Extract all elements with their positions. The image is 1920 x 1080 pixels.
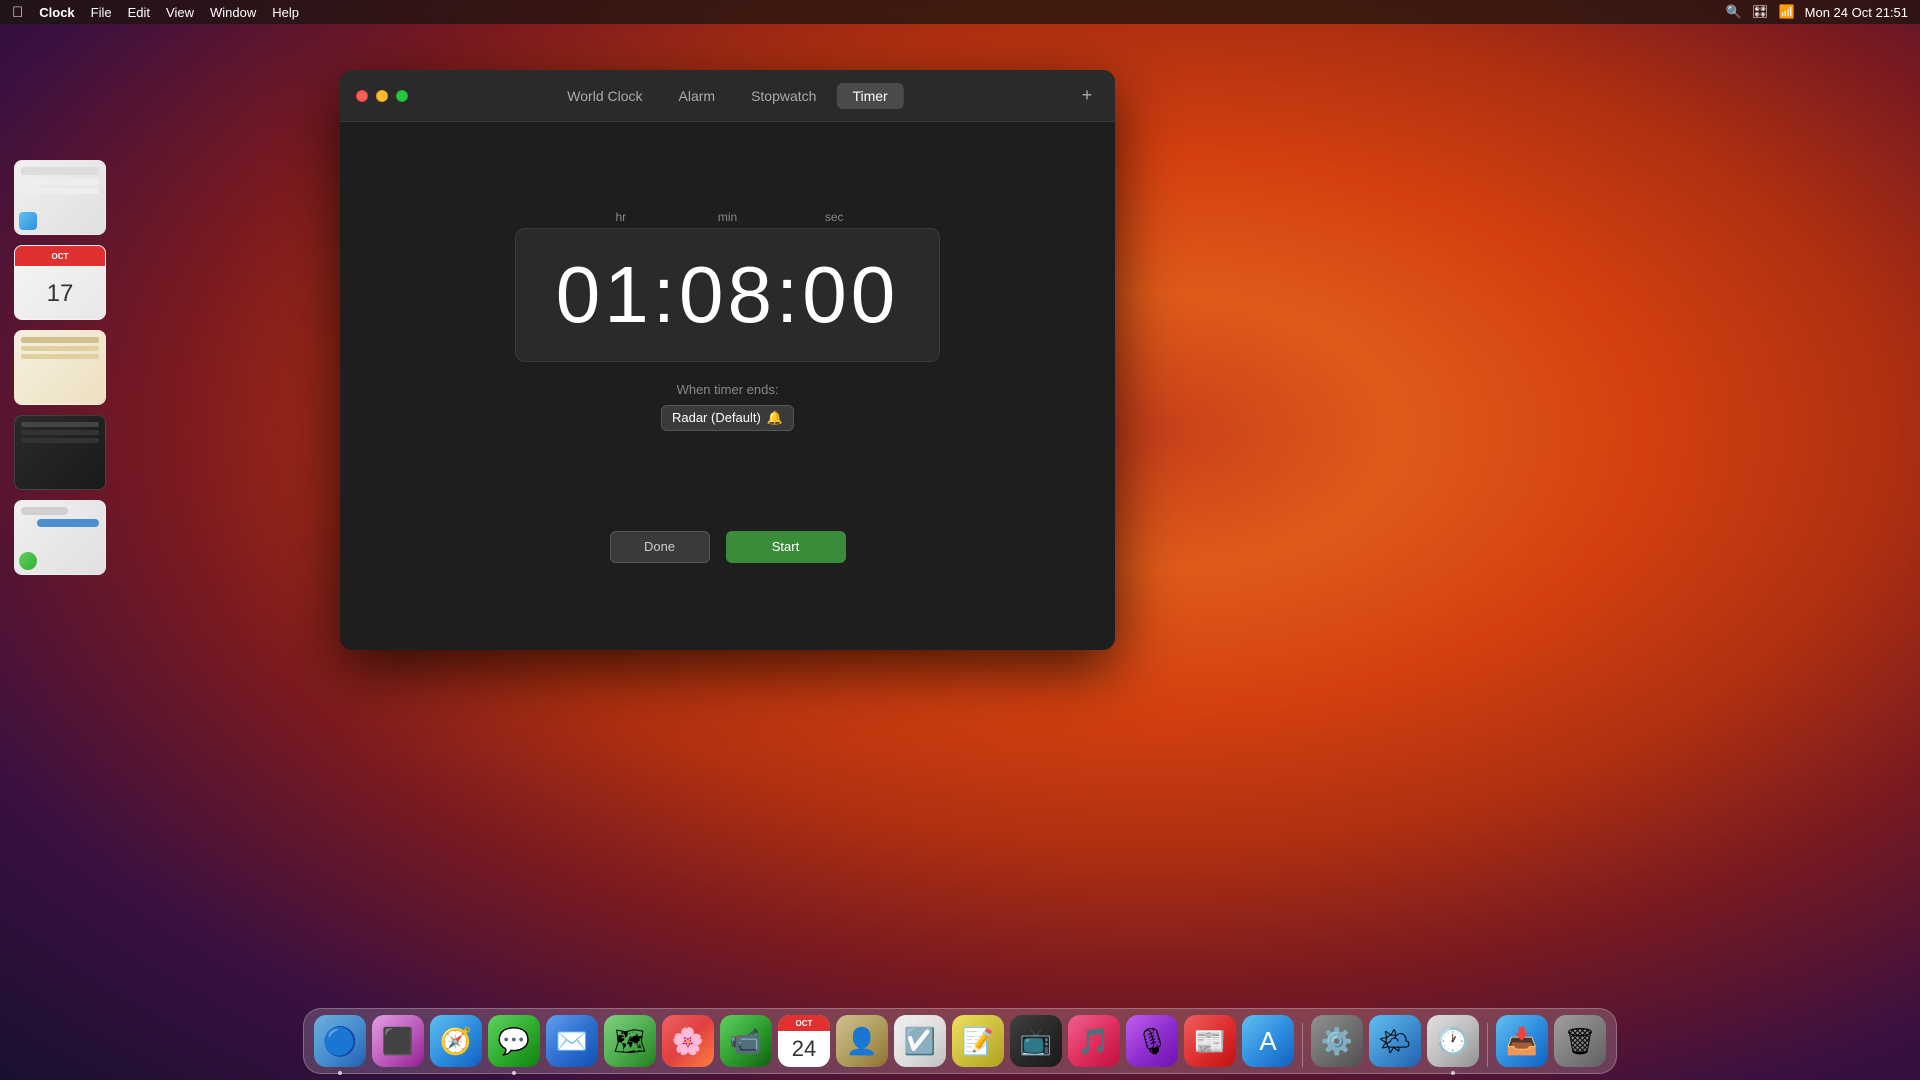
clock-datetime[interactable]: Mon 24 Oct 21:51 [1805, 5, 1908, 20]
menubar-app-name[interactable]: Clock [39, 5, 74, 20]
dock-notes[interactable]: 📝 [952, 1015, 1004, 1067]
dock-trash[interactable]: 🗑 [1554, 1015, 1606, 1067]
timer-content: hr min sec 01:08:00 When timer ends: Rad… [340, 122, 1115, 650]
dock-divider [1302, 1023, 1303, 1067]
desktop:  Clock File Edit View Window Help 🔍 🎛 📶… [0, 0, 1920, 1080]
menubar-window[interactable]: Window [210, 5, 256, 20]
dock-launchpad[interactable]: ⬛ [372, 1015, 424, 1067]
dock-safari[interactable]: 🧭 [430, 1015, 482, 1067]
start-button[interactable]: Start [726, 531, 846, 563]
dock-finder[interactable]: 🔵 [314, 1015, 366, 1067]
dock-news[interactable]: 📰 [1184, 1015, 1236, 1067]
menubar-right: 🔍 🎛 📶 Mon 24 Oct 21:51 [1726, 4, 1908, 20]
tab-stopwatch[interactable]: Stopwatch [735, 83, 832, 109]
thumbnail-notes[interactable] [14, 330, 106, 405]
tab-alarm[interactable]: Alarm [663, 83, 732, 109]
thumbnail-message[interactable] [14, 500, 106, 575]
sec-label: sec [781, 210, 888, 224]
desktop-thumbnails: OCT 17 [14, 160, 106, 575]
dock-reminders[interactable]: ☑️ [894, 1015, 946, 1067]
button-row: Done Start [610, 531, 846, 563]
dock: 🔵 ⬛ 🧭 💬 ✉️ 🗺 🌸 📹 [303, 1008, 1617, 1074]
title-bar: World Clock Alarm Stopwatch Timer + [340, 70, 1115, 122]
menubar-left:  Clock File Edit View Window Help [12, 4, 299, 21]
dock-maps[interactable]: 🗺 [604, 1015, 656, 1067]
tab-timer[interactable]: Timer [836, 83, 903, 109]
dock-facetime[interactable]: 📹 [720, 1015, 772, 1067]
dock-messages[interactable]: 💬 [488, 1015, 540, 1067]
menubar-edit[interactable]: Edit [128, 5, 150, 20]
tab-bar: World Clock Alarm Stopwatch Timer [551, 83, 903, 109]
timer-digits: 01:08:00 [556, 249, 899, 341]
menubar-file[interactable]: File [91, 5, 112, 20]
dock-music[interactable]: 🎵 [1068, 1015, 1120, 1067]
timer-display[interactable]: 01:08:00 [515, 228, 940, 362]
close-button[interactable] [356, 90, 368, 102]
dock-appstore[interactable]: A [1242, 1015, 1294, 1067]
traffic-lights [356, 90, 408, 102]
sound-name: Radar (Default) [672, 410, 761, 425]
dock-airdrop[interactable]: 📥 [1496, 1015, 1548, 1067]
dock-mail[interactable]: ✉️ [546, 1015, 598, 1067]
dock-calendar[interactable]: OCT 24 [778, 1015, 830, 1067]
tab-world-clock[interactable]: World Clock [551, 83, 658, 109]
thumbnail-dark[interactable] [14, 415, 106, 490]
wifi-icon[interactable]: 📶 [1778, 4, 1794, 20]
dock-clock[interactable]: 🕐 [1427, 1015, 1479, 1067]
sound-emoji: 🔔 [767, 410, 783, 426]
dock-divider-2 [1487, 1023, 1488, 1067]
dock-contacts[interactable]: 👤 [836, 1015, 888, 1067]
search-icon[interactable]: 🔍 [1726, 4, 1742, 20]
when-timer-ends-label: When timer ends: [677, 382, 779, 397]
minimize-button[interactable] [376, 90, 388, 102]
menubar-view[interactable]: View [166, 5, 194, 20]
menubar-help[interactable]: Help [272, 5, 299, 20]
done-button[interactable]: Done [610, 531, 710, 563]
maximize-button[interactable] [396, 90, 408, 102]
dock-podcasts[interactable]: 🎙 [1126, 1015, 1178, 1067]
sound-selector[interactable]: Radar (Default) 🔔 [661, 405, 794, 431]
menubar:  Clock File Edit View Window Help 🔍 🎛 📶… [0, 0, 1920, 24]
dock-appletv[interactable]: 📺 [1010, 1015, 1062, 1067]
dock-photos[interactable]: 🌸 [662, 1015, 714, 1067]
min-label: min [674, 210, 781, 224]
dock-weather[interactable]: 🌤 [1369, 1015, 1421, 1067]
add-button[interactable]: + [1075, 84, 1099, 108]
thumbnail-calendar[interactable]: OCT 17 [14, 245, 106, 320]
apple-menu[interactable]:  [12, 4, 23, 21]
clock-window: World Clock Alarm Stopwatch Timer + hr m… [340, 70, 1115, 650]
time-labels: hr min sec [568, 210, 888, 224]
hr-label: hr [568, 210, 675, 224]
thumbnail-safari[interactable] [14, 160, 106, 235]
dock-syspreferences[interactable]: ⚙️ [1311, 1015, 1363, 1067]
controlcenter-icon[interactable]: 🎛 [1752, 4, 1769, 20]
